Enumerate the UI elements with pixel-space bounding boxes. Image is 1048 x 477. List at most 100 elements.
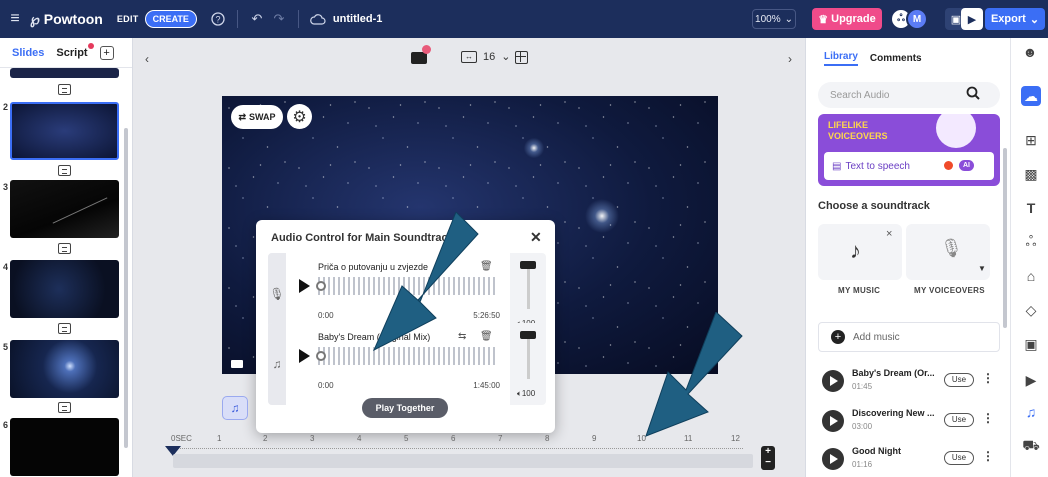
my-voiceovers-label: MY VOICEOVERS <box>914 286 985 295</box>
slide-thumbnail[interactable] <box>10 68 119 78</box>
volume-handle[interactable] <box>520 331 536 339</box>
aspect-ratio-select[interactable]: ↔ 16 ⌄ <box>461 50 510 63</box>
timeline[interactable]: 0SEC 1 2 3 4 5 6 7 8 9 10 11 12 + − <box>133 426 805 477</box>
gear-icon[interactable]: ⚙ <box>287 104 312 129</box>
project-title[interactable]: untitled-1 <box>333 13 383 25</box>
slides-scrollbar[interactable] <box>124 128 128 448</box>
app-logo[interactable]: ℘ Powtoon <box>30 11 103 28</box>
slide-transition-icon[interactable] <box>58 243 71 254</box>
seek-handle[interactable] <box>316 281 326 291</box>
transitions-icon[interactable]: ⛟ <box>1021 436 1041 456</box>
tab-comments[interactable]: Comments <box>870 53 922 64</box>
slide-thumbnail[interactable] <box>10 102 119 160</box>
cloud-save-icon[interactable] <box>307 8 329 30</box>
zoom-select[interactable]: 100% ⌄ <box>752 9 796 29</box>
more-icon[interactable]: ⋮ <box>982 449 994 463</box>
voiceover-promo-banner[interactable]: LIFELIKE VOICEOVERS ▤ Text to speech AI <box>818 114 1000 186</box>
swap-button[interactable]: ⇄ SWAP <box>231 105 283 129</box>
add-slide-button[interactable]: + <box>99 45 114 60</box>
play-together-button[interactable]: Play Together <box>362 398 448 418</box>
play-icon[interactable] <box>822 370 844 392</box>
star-glow <box>522 136 546 160</box>
layout-icon[interactable]: ⊞ <box>1021 130 1041 150</box>
preview-play-button[interactable]: ▶ <box>961 8 983 30</box>
upload-cloud-icon[interactable]: ☁ <box>1021 86 1041 106</box>
library-scrollbar[interactable] <box>1003 148 1007 328</box>
export-label: Export <box>990 13 1026 25</box>
play-icon[interactable] <box>822 410 844 432</box>
slide-thumbnail[interactable] <box>10 418 119 476</box>
slide-transition-icon[interactable] <box>58 165 71 176</box>
music-note-icon[interactable]: ♫ <box>222 396 248 420</box>
timeline-ruler <box>173 448 743 450</box>
list-item[interactable]: Baby's Dream (Or... 01:45 Use ⋮ <box>818 364 1000 400</box>
menu-icon[interactable]: ≡ <box>0 10 30 28</box>
search-icon[interactable] <box>966 86 980 100</box>
slide-transition-icon[interactable] <box>58 323 71 334</box>
waveform[interactable] <box>318 277 498 295</box>
list-item[interactable]: Good Night 01:16 Use ⋮ <box>818 442 1000 477</box>
tab-script[interactable]: Script <box>56 42 94 59</box>
timeline-zoom-control[interactable]: + − <box>761 446 775 470</box>
close-icon[interactable]: × <box>886 228 892 240</box>
grid-icon[interactable] <box>515 51 528 64</box>
play-icon[interactable] <box>822 448 844 470</box>
my-voiceovers-tile[interactable]: 🎙︎ ▼ <box>906 224 990 280</box>
use-button[interactable]: Use <box>944 373 974 387</box>
more-icon[interactable]: ⋮ <box>982 371 994 385</box>
banner-line: VOICEOVERS <box>828 131 888 141</box>
edit-mode-toggle[interactable]: EDIT <box>117 14 139 24</box>
create-mode-toggle[interactable]: CREATE <box>144 10 197 28</box>
use-button[interactable]: Use <box>944 451 974 465</box>
use-button[interactable]: Use <box>944 413 974 427</box>
timeline-tick: 4 <box>357 434 362 443</box>
redo-icon[interactable]: ↷ <box>268 8 290 30</box>
chevron-left-icon[interactable]: ‹ <box>145 52 149 66</box>
add-music-button[interactable]: + Add music <box>818 322 1000 352</box>
play-icon[interactable] <box>299 349 310 363</box>
slide-decoration <box>52 197 108 224</box>
slide-transition-icon[interactable] <box>58 84 71 95</box>
tab-slides[interactable]: Slides <box>12 47 44 59</box>
export-button[interactable]: Export ⌄ <box>985 8 1045 30</box>
shuffle-icon[interactable]: ⇆ <box>458 331 466 342</box>
text-to-speech-button[interactable]: ▤ Text to speech AI <box>824 152 994 180</box>
slide-thumbnail[interactable] <box>10 340 119 398</box>
video-camera-icon[interactable] <box>231 360 243 368</box>
props-icon[interactable]: ⌂ <box>1021 266 1041 286</box>
slide-thumbnail[interactable] <box>10 260 119 318</box>
list-item[interactable]: Discovering New ... 03:00 Use ⋮ <box>818 404 1000 440</box>
chevron-right-icon[interactable]: › <box>788 52 792 66</box>
dialog-title: Audio Control for Main Soundtrack <box>271 232 454 244</box>
slide-transition-icon[interactable] <box>58 402 71 413</box>
volume-handle[interactable] <box>520 261 536 269</box>
image-icon[interactable]: ▣ <box>1021 334 1041 354</box>
toolbar-divider <box>297 10 299 28</box>
music-icon[interactable]: ♫ <box>1021 402 1041 422</box>
upgrade-button[interactable]: ♛ Upgrade <box>812 8 882 30</box>
dropdown-triangle-icon[interactable]: ▼ <box>978 264 986 273</box>
characters-group-icon[interactable]: ஃ <box>1021 232 1041 252</box>
timeline-track[interactable] <box>173 454 753 468</box>
tab-library[interactable]: Library <box>824 51 858 66</box>
waveform[interactable] <box>318 347 498 365</box>
close-icon[interactable]: ✕ <box>530 229 542 246</box>
slide-thumbnail[interactable] <box>10 180 119 238</box>
video-icon[interactable]: ▶ <box>1021 370 1041 390</box>
trash-icon[interactable]: 🗑︎ <box>480 261 493 272</box>
background-pattern-icon[interactable]: ▩ <box>1021 164 1041 184</box>
play-icon[interactable] <box>299 279 310 293</box>
seek-handle[interactable] <box>316 351 326 361</box>
chevron-down-icon: ⌄ <box>784 13 793 25</box>
avatar[interactable]: M <box>906 8 928 30</box>
shapes-icon[interactable]: ◇ <box>1021 300 1041 320</box>
characters-icon[interactable]: ☻ <box>1017 42 1043 62</box>
help-icon[interactable]: ? <box>207 8 229 30</box>
more-icon[interactable]: ⋮ <box>982 411 994 425</box>
my-music-tile[interactable]: ♪ × <box>818 224 902 280</box>
collaborators[interactable]: ஃ M <box>890 8 928 30</box>
undo-icon[interactable]: ↶ <box>246 8 268 30</box>
text-icon[interactable]: T <box>1021 198 1041 218</box>
trash-icon[interactable]: 🗑︎ <box>480 331 493 342</box>
volume-slider[interactable]: 🔈︎100 <box>512 323 546 405</box>
